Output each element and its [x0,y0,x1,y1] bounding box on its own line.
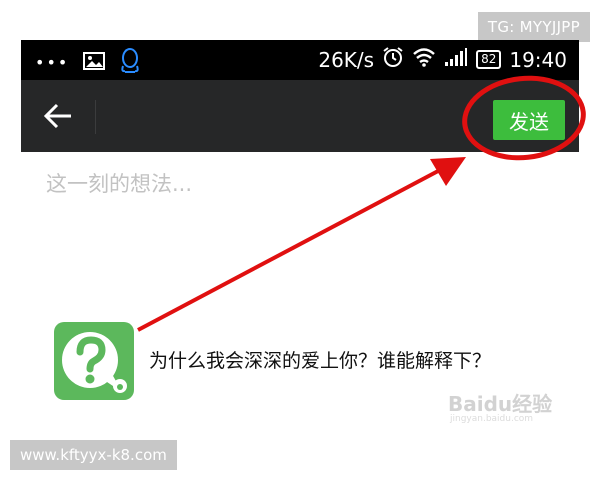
signal-icon [444,47,468,72]
compose-input[interactable]: 这一刻的想法... [46,168,546,208]
watermark-top-right: TG: MYYJJPP [477,12,590,42]
gallery-icon [83,52,106,74]
notification-dots: ••• [35,53,70,72]
baidu-watermark-logo: Baidu经验 [448,392,553,416]
question-app-icon [54,322,134,400]
back-arrow-icon[interactable] [43,102,73,130]
status-bar: ••• 26K/s 82 19:40 [21,40,579,80]
baidu-watermark-url: jingyan.baidu.com [450,414,534,424]
clock: 19:40 [509,47,567,72]
battery-indicator: 82 [476,50,502,69]
shared-link-title: 为什么我会深深的爱上你？谁能解释下？ [149,350,492,372]
watermark-bottom-left: www.kftyyx-k8.com [10,440,177,470]
title-divider [95,100,96,134]
wifi-icon [412,47,436,72]
alarm-icon [382,46,404,73]
network-speed: 26K/s [318,47,375,72]
qq-penguin-icon [119,48,141,78]
